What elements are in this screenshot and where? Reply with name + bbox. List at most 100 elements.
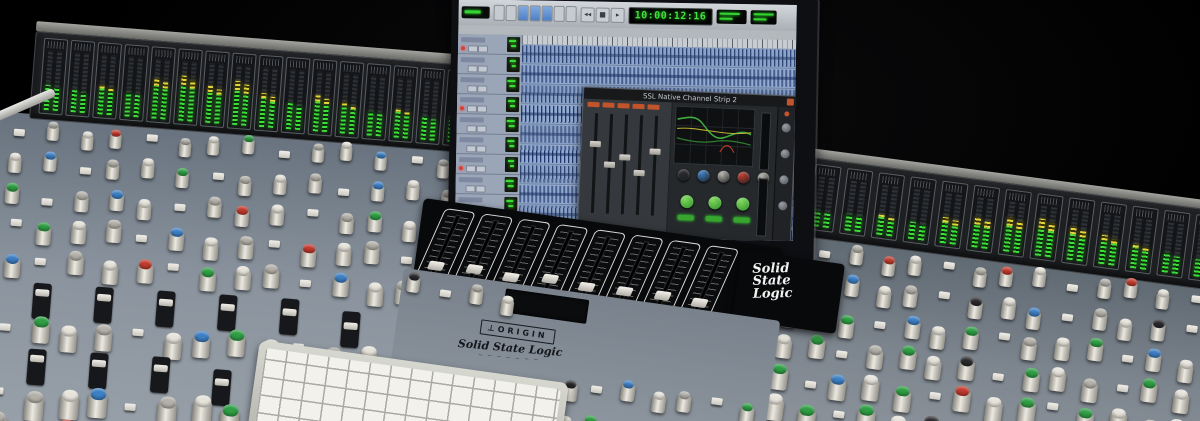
- knob[interactable]: [881, 255, 897, 277]
- switch-button[interactable]: [992, 373, 1004, 381]
- knob[interactable]: [366, 282, 383, 307]
- knob[interactable]: [219, 404, 240, 421]
- switch-button[interactable]: [34, 258, 46, 266]
- knob[interactable]: [904, 315, 922, 340]
- knob[interactable]: [899, 345, 918, 371]
- knob[interactable]: [81, 131, 94, 150]
- switch-button[interactable]: [412, 156, 424, 164]
- smart-tool-button[interactable]: [565, 6, 576, 22]
- solo-button[interactable]: [467, 125, 477, 132]
- knob[interactable]: [0, 410, 8, 421]
- switch-button[interactable]: [836, 350, 848, 358]
- knob[interactable]: [340, 141, 353, 160]
- switch-button[interactable]: [1066, 284, 1078, 292]
- knob[interactable]: [984, 396, 1004, 421]
- switch-button[interactable]: [174, 203, 186, 211]
- record-enable-led[interactable]: [460, 106, 464, 110]
- knob[interactable]: [929, 325, 947, 350]
- knob[interactable]: [406, 272, 422, 294]
- solo-button[interactable]: [466, 165, 476, 172]
- switch-button[interactable]: [269, 240, 281, 248]
- rewind-button[interactable]: ◂◂: [581, 7, 595, 22]
- knob[interactable]: [23, 390, 44, 421]
- fader-cap[interactable]: [153, 364, 168, 372]
- grabber-tool-button[interactable]: [529, 5, 540, 21]
- knob[interactable]: [367, 211, 382, 233]
- plugin-eq-knob[interactable]: [717, 170, 730, 183]
- knob[interactable]: [371, 181, 385, 202]
- channel-fader-module[interactable]: [88, 352, 109, 389]
- knob[interactable]: [8, 152, 22, 173]
- solo-button[interactable]: [466, 185, 476, 192]
- knob[interactable]: [332, 272, 349, 297]
- mute-button[interactable]: [476, 165, 486, 172]
- solo-button[interactable]: [468, 45, 478, 52]
- knob[interactable]: [175, 168, 189, 189]
- selector-tool-button[interactable]: [518, 5, 529, 21]
- knob[interactable]: [94, 324, 113, 352]
- knob[interactable]: [136, 199, 151, 221]
- knob[interactable]: [920, 415, 941, 421]
- knob[interactable]: [1140, 377, 1159, 403]
- stop-button[interactable]: ■: [595, 7, 609, 22]
- knob[interactable]: [406, 180, 420, 201]
- switch-button[interactable]: [80, 167, 92, 175]
- knob[interactable]: [191, 395, 212, 421]
- knob[interactable]: [238, 236, 254, 260]
- knob[interactable]: [855, 404, 876, 421]
- knob[interactable]: [1032, 266, 1048, 288]
- switch-button[interactable]: [1122, 355, 1134, 363]
- knob[interactable]: [1022, 367, 1041, 393]
- plugin-dynamics-knob[interactable]: [680, 195, 694, 209]
- knob[interactable]: [207, 136, 220, 155]
- knob[interactable]: [105, 159, 119, 180]
- switch-button[interactable]: [124, 403, 136, 411]
- switch-button[interactable]: [167, 263, 179, 271]
- knob[interactable]: [67, 250, 84, 275]
- knob[interactable]: [620, 380, 636, 403]
- pencil-tool-button[interactable]: [553, 6, 564, 22]
- knob[interactable]: [87, 387, 108, 418]
- switch-button[interactable]: [711, 397, 723, 405]
- knob[interactable]: [242, 135, 255, 154]
- mute-button[interactable]: [478, 45, 488, 52]
- switch-button[interactable]: [147, 134, 159, 142]
- plugin-fader-cap[interactable]: [649, 148, 660, 154]
- plugin-preset-strip[interactable]: [587, 102, 659, 110]
- plugin-fader-cap[interactable]: [633, 170, 644, 176]
- knob[interactable]: [1155, 289, 1171, 311]
- knob[interactable]: [156, 396, 177, 421]
- knob[interactable]: [207, 196, 222, 218]
- channel-fader-module[interactable]: [93, 287, 114, 324]
- switch-button[interactable]: [591, 385, 603, 393]
- knob[interactable]: [74, 191, 89, 213]
- switch-button[interactable]: [1191, 295, 1200, 303]
- track-header[interactable]: [456, 154, 520, 175]
- knob[interactable]: [109, 129, 122, 148]
- knob[interactable]: [192, 330, 211, 358]
- knob[interactable]: [849, 244, 865, 266]
- knob[interactable]: [238, 175, 252, 196]
- switch-button[interactable]: [41, 198, 53, 206]
- knob[interactable]: [887, 415, 908, 421]
- switch-button[interactable]: [132, 329, 144, 337]
- fader-cap[interactable]: [220, 303, 235, 311]
- knob[interactable]: [581, 415, 598, 421]
- knob[interactable]: [967, 296, 984, 319]
- fader-cap[interactable]: [159, 299, 174, 307]
- knob[interactable]: [46, 121, 59, 140]
- channel-fader-module[interactable]: [26, 348, 47, 385]
- knob[interactable]: [401, 220, 416, 242]
- knob[interactable]: [892, 385, 912, 413]
- knob[interactable]: [807, 334, 826, 360]
- fader-cap[interactable]: [35, 289, 50, 297]
- knob[interactable]: [1080, 378, 1099, 404]
- knob[interactable]: [827, 374, 847, 402]
- record-enable-led[interactable]: [461, 46, 465, 50]
- knob[interactable]: [844, 274, 861, 297]
- knob[interactable]: [957, 355, 976, 381]
- plugin-dynamics-knob[interactable]: [736, 197, 750, 211]
- plugin-eq-knob[interactable]: [677, 169, 690, 182]
- knob[interactable]: [202, 237, 218, 261]
- record-enable-led[interactable]: [459, 166, 463, 170]
